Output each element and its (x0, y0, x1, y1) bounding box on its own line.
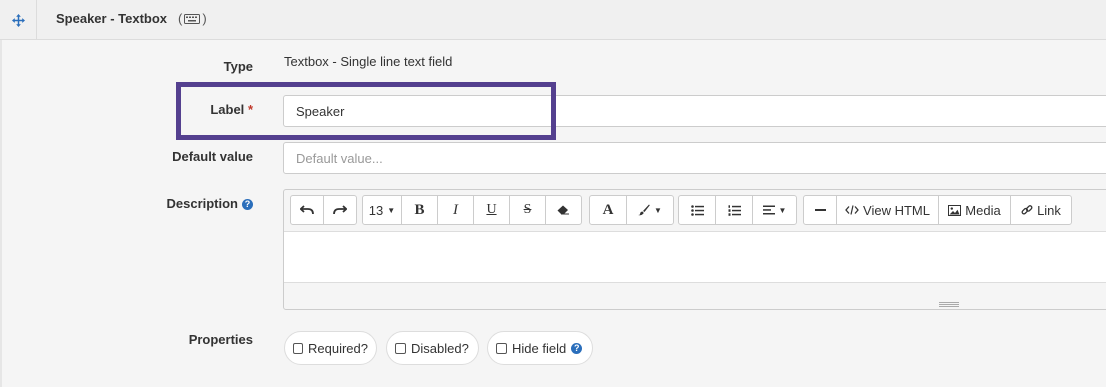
default-value-label: Default value (172, 149, 253, 164)
highlight-color-dropdown[interactable]: ▼ (626, 195, 674, 225)
underline-button[interactable]: U (473, 195, 510, 225)
panel-title: Speaker - Textbox (56, 11, 168, 26)
paragraph-align-dropdown[interactable]: ▼ (752, 195, 797, 225)
eraser-icon (557, 205, 569, 215)
image-icon (948, 204, 962, 216)
type-value: Textbox - Single line text field (284, 54, 453, 69)
disabled-checkbox-label: Disabled? (411, 340, 469, 356)
required-checkbox-chip[interactable]: Required? (284, 331, 377, 365)
minus-icon (814, 209, 826, 211)
font-size-value: 13 (368, 202, 384, 218)
link-button[interactable]: Link (1010, 195, 1072, 225)
undo-button[interactable] (290, 195, 324, 225)
panel-left-border (0, 40, 2, 387)
caret-down-icon: ▼ (654, 205, 662, 215)
code-icon (845, 205, 859, 215)
hide-field-checkbox-chip[interactable]: Hide field ? (487, 331, 593, 365)
required-checkbox-label: Required? (308, 340, 368, 356)
view-html-button[interactable]: View HTML (836, 195, 939, 225)
unordered-list-button[interactable] (678, 195, 716, 225)
align-left-icon (762, 205, 775, 215)
editor-content-area[interactable] (284, 231, 1106, 283)
strikethrough-button[interactable]: S (509, 195, 546, 225)
label-text: Label (210, 102, 245, 117)
field-panel-header: Speaker - Textbox ( ) (0, 0, 1106, 40)
hide-field-checkbox[interactable] (496, 342, 507, 354)
link-icon (1021, 205, 1033, 215)
media-label: Media (965, 202, 1001, 218)
disabled-checkbox-chip[interactable]: Disabled? (386, 331, 479, 365)
default-value-input[interactable] (283, 142, 1106, 174)
question-circle-icon[interactable]: ? (242, 199, 253, 211)
ordered-list-button[interactable] (715, 195, 753, 225)
hide-field-checkbox-label: Hide field (512, 340, 567, 356)
redo-icon (333, 205, 347, 215)
paren-open: ( (178, 11, 183, 26)
font-size-dropdown[interactable]: 13 ▼ (362, 195, 402, 225)
italic-button[interactable]: I (437, 195, 474, 225)
numbered-list-icon (728, 204, 741, 216)
type-label: Type (223, 59, 253, 74)
required-marker: * (247, 102, 253, 117)
undo-icon (300, 205, 314, 215)
question-circle-icon[interactable]: ? (571, 342, 583, 354)
required-checkbox[interactable] (293, 342, 303, 354)
link-label: Link (1037, 202, 1061, 218)
keyboard-icon (184, 13, 201, 24)
description-label: Description? (166, 196, 253, 211)
media-button[interactable]: Media (938, 195, 1011, 225)
description-label-text: Description (166, 196, 238, 211)
clear-format-button[interactable] (545, 195, 582, 225)
paintbrush-icon (638, 204, 650, 216)
disabled-checkbox[interactable] (395, 342, 406, 354)
field-type-indicator: ( ) (178, 11, 207, 26)
rich-text-editor: 13 ▼ B I U S A ▼ ▼ View HTML Media Link (283, 189, 1106, 310)
font-color-button[interactable]: A (589, 195, 627, 225)
properties-label: Properties (188, 332, 253, 347)
caret-down-icon: ▼ (778, 205, 787, 215)
move-arrows-icon (11, 13, 25, 27)
paren-close: ) (202, 11, 207, 26)
caret-down-icon: ▼ (387, 205, 396, 215)
drag-handle[interactable] (0, 0, 37, 40)
label-input[interactable] (283, 95, 1106, 127)
bold-button[interactable]: B (401, 195, 438, 225)
bullet-list-icon (690, 204, 704, 216)
resize-grip[interactable] (939, 302, 959, 307)
redo-button[interactable] (323, 195, 357, 225)
horizontal-rule-button[interactable] (803, 195, 837, 225)
label-field-label: Label * (210, 102, 253, 117)
view-html-label: View HTML (863, 202, 930, 218)
